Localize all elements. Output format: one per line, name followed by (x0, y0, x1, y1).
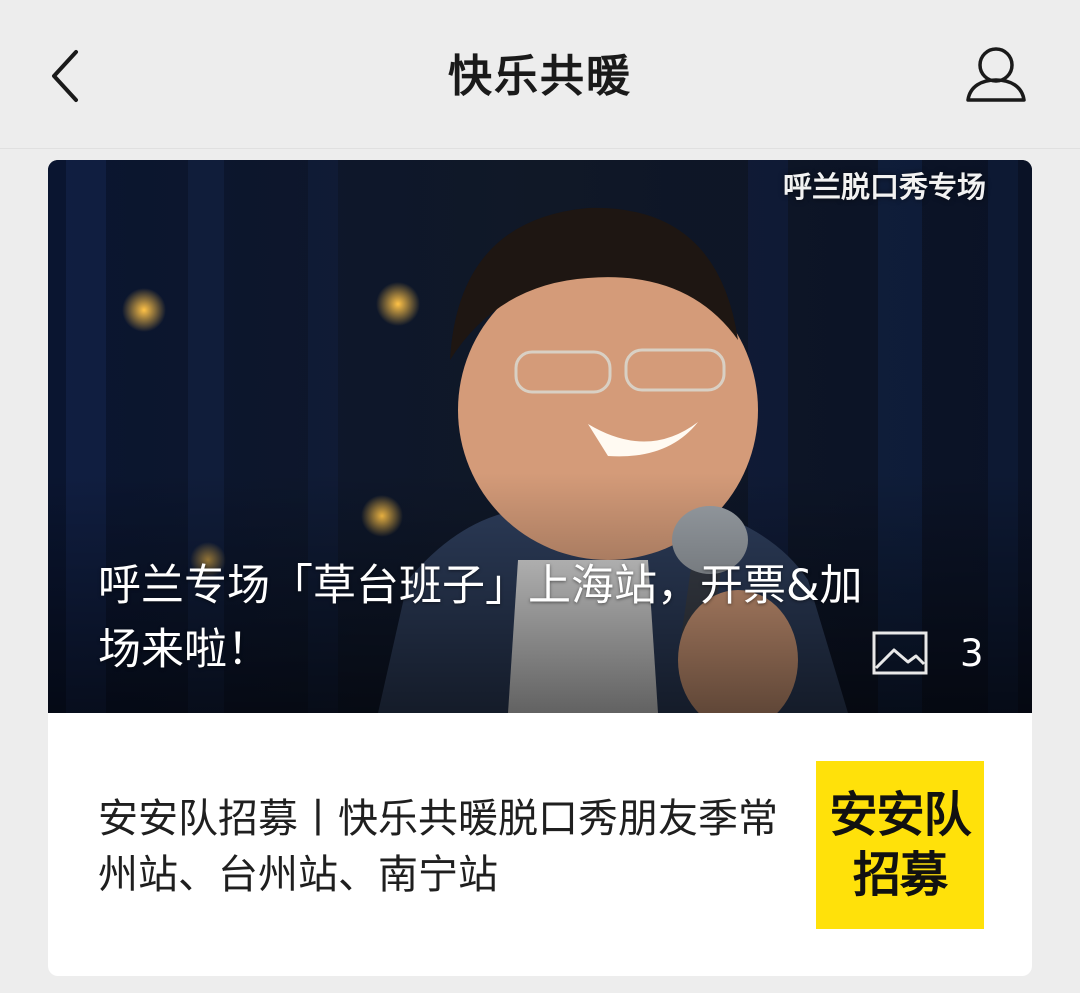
cover-article[interactable]: 呼兰脱口秀专场 呼兰专场「草台班子」上海站，开票&加场来啦！ 3 (48, 160, 1032, 713)
list-article[interactable]: 安安队招募丨快乐共暖脱口秀朋友季常州站、台州站、南宁站 安安队 招募 (48, 713, 1032, 976)
top-bar: 快乐共暖 (0, 0, 1080, 149)
list-article-thumbnail: 安安队 招募 (816, 761, 984, 929)
list-article-title: 安安队招募丨快乐共暖脱口秀朋友季常州站、台州站、南宁站 (98, 796, 778, 898)
person-icon (966, 47, 1026, 102)
cover-tag: 呼兰脱口秀专场 (782, 170, 986, 204)
profile-button[interactable] (962, 44, 1030, 106)
thumbnail-line: 安安队 (829, 787, 971, 843)
cover-article-title: 呼兰专场「草台班子」上海站，开票&加场来啦！ (98, 561, 863, 675)
article-card: 呼兰脱口秀专场 呼兰专场「草台班子」上海站，开票&加场来啦！ 3 安安队招募丨快… (48, 160, 1032, 976)
page-title: 快乐共暖 (448, 51, 632, 102)
thumbnail-line: 招募 (852, 847, 948, 903)
image-count-number: 3 (960, 632, 984, 675)
image-icon (872, 631, 928, 675)
